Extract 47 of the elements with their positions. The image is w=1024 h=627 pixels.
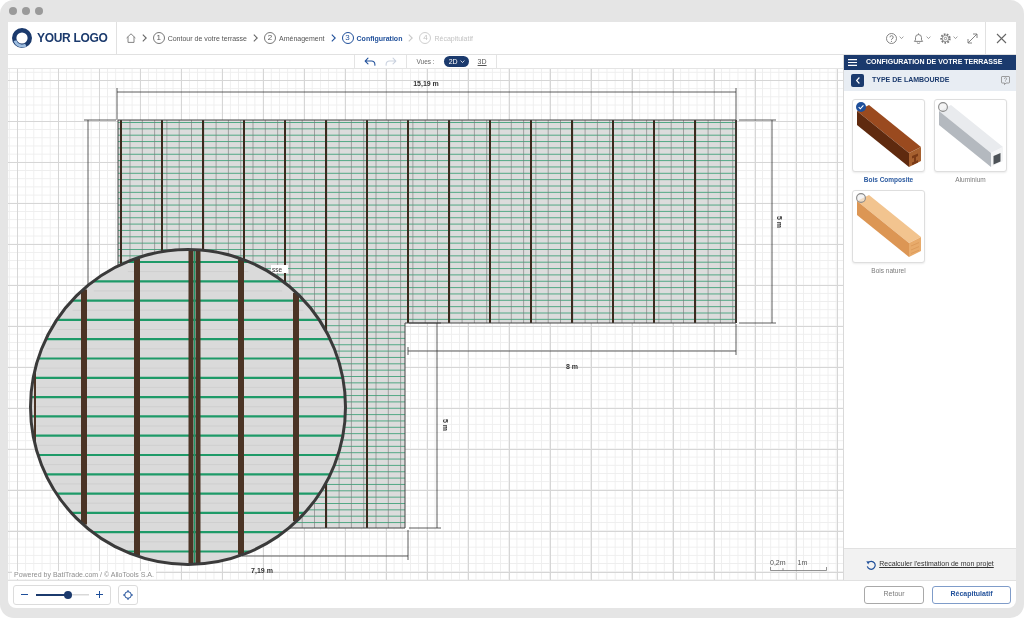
beam-drawing — [938, 104, 1003, 167]
undo-icon — [364, 57, 377, 66]
chevron-icon — [253, 34, 258, 42]
close-icon — [995, 32, 1007, 44]
home-icon — [125, 33, 136, 43]
chevron-icon — [408, 34, 414, 42]
help-icon — [886, 32, 897, 44]
scale-bar — [770, 567, 827, 571]
beam-drawing — [856, 195, 921, 258]
window-dot-icon — [22, 7, 30, 15]
caret-icon — [899, 36, 904, 40]
redo-icon — [385, 57, 398, 66]
refresh-icon — [866, 559, 877, 570]
window-dot-icon — [9, 7, 17, 15]
window-dot-icon — [35, 7, 43, 15]
help-button[interactable] — [1001, 76, 1010, 85]
chevron-left-icon — [855, 77, 860, 84]
help-button[interactable] — [886, 32, 904, 44]
chevron-icon — [330, 34, 336, 42]
gear-icon — [940, 32, 951, 44]
beam-drawing — [856, 104, 921, 167]
zoom-in-button[interactable] — [96, 591, 103, 598]
plus-icon — [96, 591, 103, 598]
caret-icon — [953, 36, 958, 40]
home-button[interactable] — [125, 33, 136, 43]
slider-thumb[interactable] — [64, 590, 73, 599]
caret-icon — [926, 36, 931, 40]
zoom-out-button[interactable] — [21, 591, 28, 598]
menu-icon — [848, 59, 857, 66]
minus-icon — [21, 591, 28, 598]
fullscreen-button[interactable] — [967, 32, 978, 44]
back-button[interactable] — [851, 74, 864, 87]
expand-icon — [967, 32, 978, 44]
logo-text: YOUR LOGO — [37, 30, 108, 46]
option-card[interactable] — [852, 99, 925, 172]
help-bubble-icon — [1001, 76, 1010, 85]
logo-icon — [12, 28, 32, 48]
close-button[interactable] — [995, 32, 1007, 44]
settings-button[interactable] — [940, 32, 958, 44]
undo-button[interactable] — [364, 57, 377, 66]
menu-button[interactable] — [848, 59, 857, 66]
caret-icon — [459, 59, 465, 64]
target-icon — [123, 589, 133, 600]
chevron-icon — [141, 34, 147, 42]
notifications-button[interactable] — [913, 32, 931, 44]
recenter-button[interactable] — [118, 584, 138, 605]
bell-icon — [913, 32, 924, 44]
